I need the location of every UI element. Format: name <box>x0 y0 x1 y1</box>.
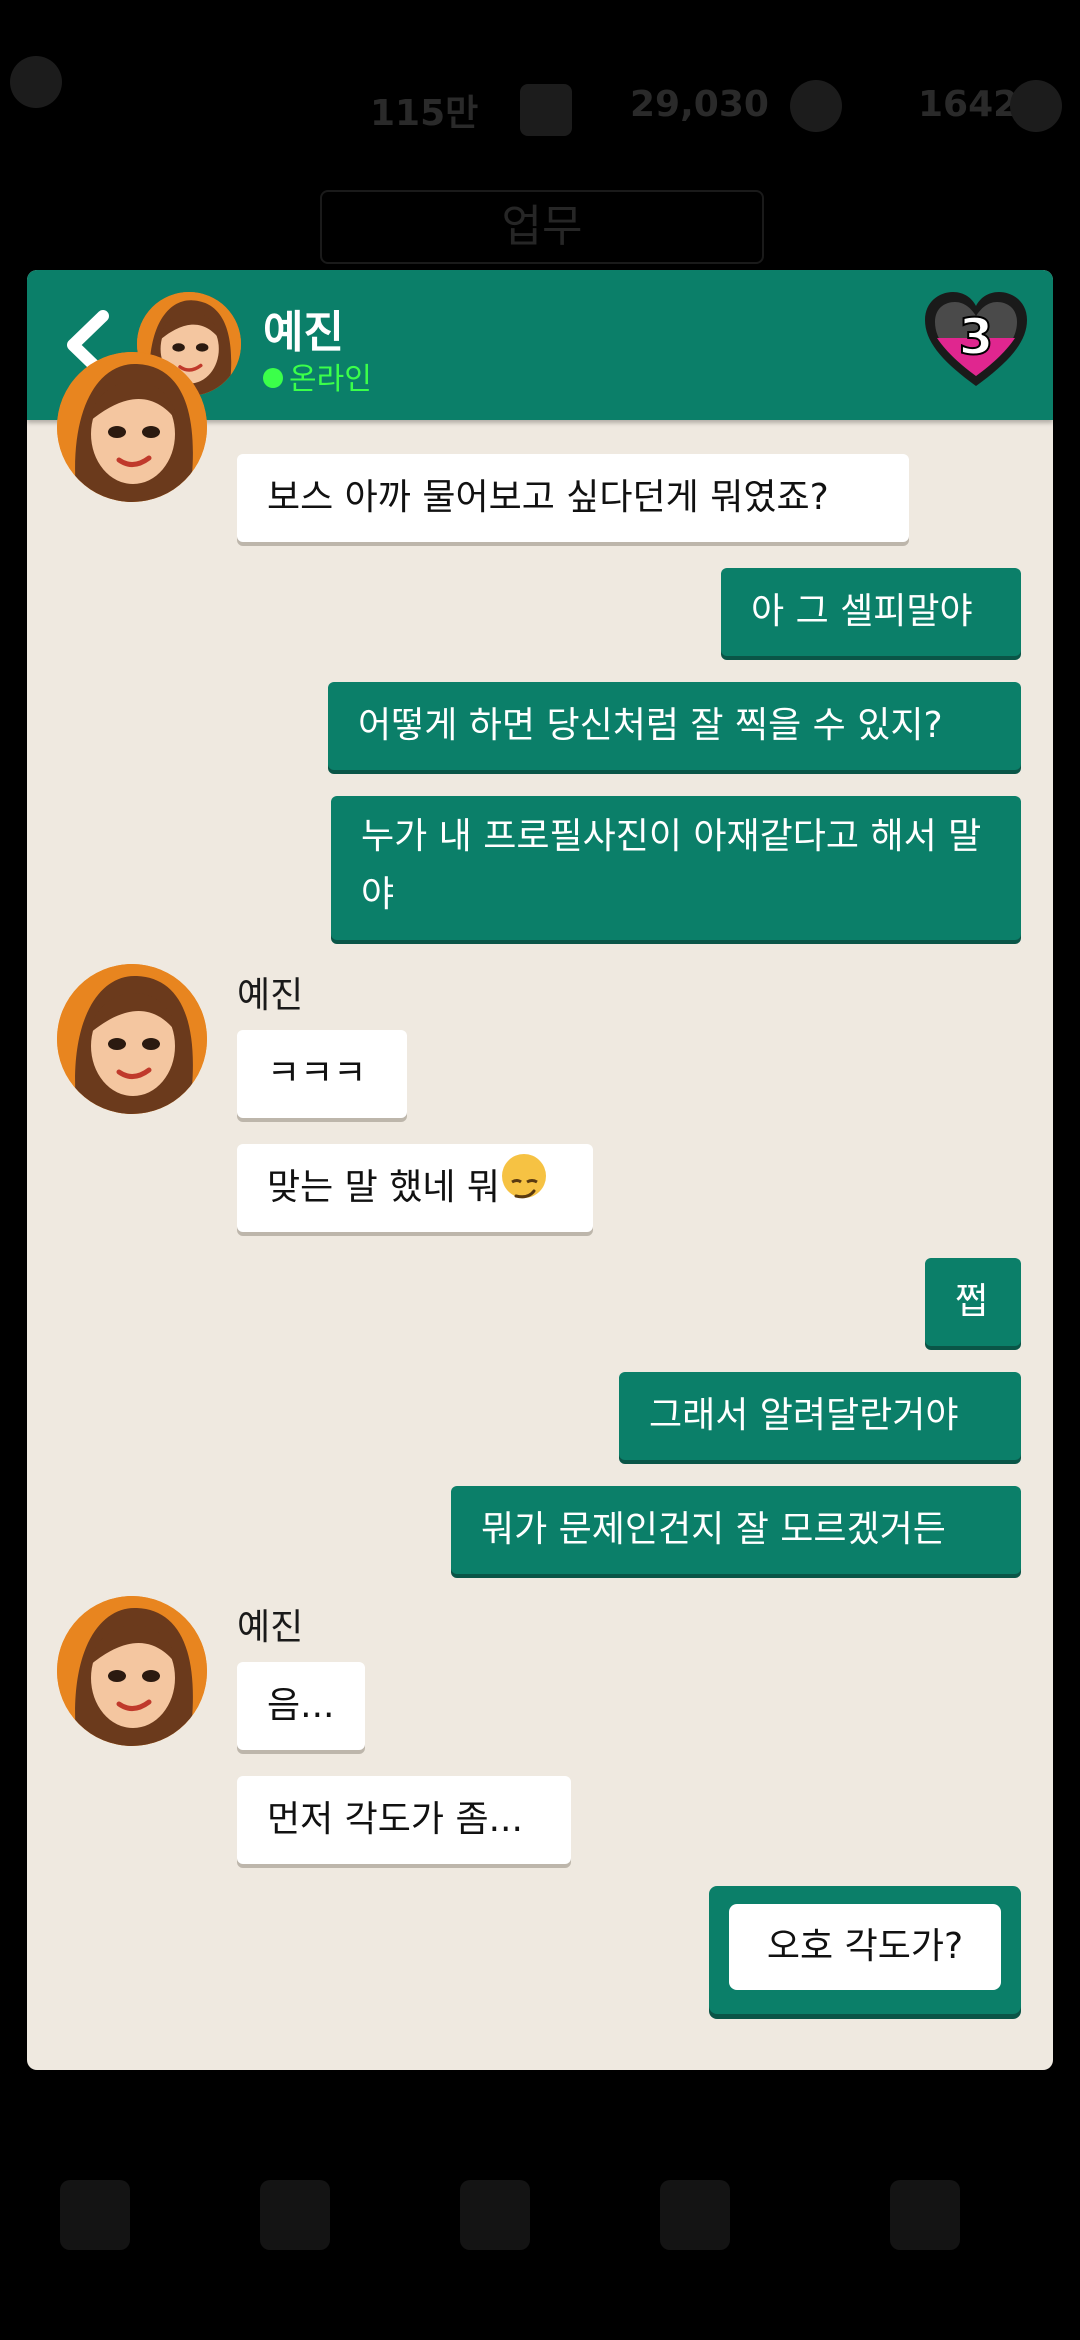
background-status-bar: 115만 29,030 1642 업무 <box>0 0 1080 264</box>
bg-nav-item <box>440 2140 550 2310</box>
incoming-message: 보스 아까 물어보고 싶다던게 뭐였죠? <box>237 454 909 542</box>
sender-name: 예진 <box>237 975 304 1016</box>
message-list[interactable]: 보스 아까 물어보고 싶다던게 뭐였죠? 아 그 셀피말야 어떻게 하면 당신처… <box>27 352 1053 2070</box>
avatar <box>57 964 207 1114</box>
incoming-message: ㅋㅋㅋ <box>237 1030 407 1118</box>
reply-choice[interactable]: 오호 각도가? <box>709 1886 1021 2014</box>
heart-level-badge[interactable]: 3 <box>923 290 1029 390</box>
character-face-icon <box>57 964 207 1114</box>
chat-panel: 예진 온라인 3 보스 아까 물어보고 싶다던게 뭐였죠? 아 그 셀피말야 어… <box>27 270 1053 2070</box>
sender-name: 예진 <box>237 1607 304 1648</box>
background-bottom-nav <box>0 2110 1080 2340</box>
online-dot-icon <box>263 368 283 388</box>
outgoing-message: 어떻게 하면 당신처럼 잘 찍을 수 있지? <box>328 682 1021 770</box>
contact-name: 예진 <box>263 307 344 358</box>
incoming-message: 맞는 말 했네 뭐 <box>237 1144 593 1232</box>
gem-icon <box>790 80 842 132</box>
bg-money-stat: 115만 <box>370 93 479 134</box>
bg-nav-item <box>240 2140 350 2310</box>
outgoing-message: 누가 내 프로필사진이 아재같다고 해서 말야 <box>331 796 1021 940</box>
outgoing-message: 그래서 알려달란거야 <box>619 1372 1021 1460</box>
character-face-icon <box>57 1596 207 1746</box>
outgoing-message: 아 그 셀피말야 <box>721 568 1021 656</box>
message-text: 맞는 말 했네 뭐 <box>267 1167 501 1208</box>
clock-icon <box>10 56 62 108</box>
incoming-message: 음... <box>237 1662 365 1750</box>
bg-nav-item <box>40 2140 150 2310</box>
reply-choice-button[interactable]: 오호 각도가? <box>729 1904 1001 1990</box>
bg-nav-item <box>870 2140 980 2310</box>
bg-energy-stat: 1642 <box>918 84 1019 125</box>
outgoing-message: 뭐가 문제인건지 잘 모르겠거든 <box>451 1486 1021 1574</box>
bg-tab: 업무 <box>320 190 764 264</box>
character-face-icon <box>57 352 207 502</box>
outgoing-message: 쩝 <box>925 1258 1021 1346</box>
online-status: 온라인 <box>263 354 372 398</box>
bg-gem-stat: 29,030 <box>630 84 769 125</box>
cash-icon <box>520 84 572 136</box>
smirk-emoji-icon <box>502 1154 547 1199</box>
avatar <box>57 352 207 502</box>
avatar <box>57 1596 207 1746</box>
incoming-message: 먼저 각도가 좀... <box>237 1776 571 1864</box>
status-label: 온라인 <box>289 362 372 397</box>
heart-level-number: 3 <box>958 307 995 367</box>
bg-nav-item <box>640 2140 750 2310</box>
gear-icon <box>1010 80 1062 132</box>
